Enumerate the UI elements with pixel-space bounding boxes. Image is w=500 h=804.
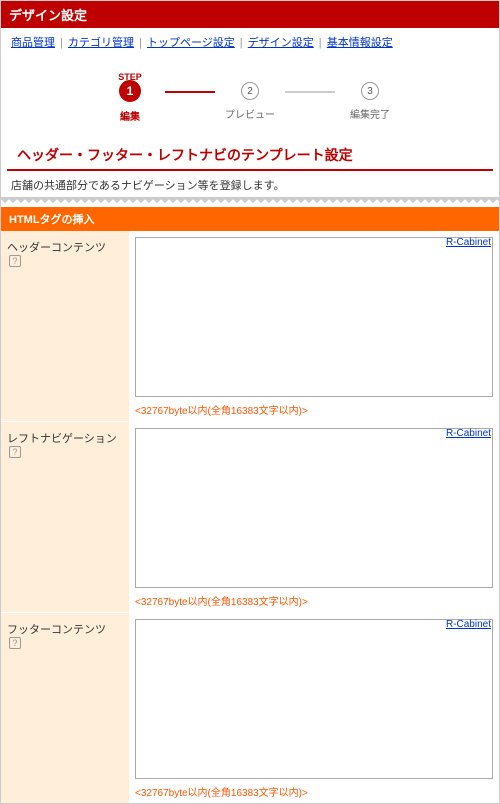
- breadcrumb-sep: |: [316, 37, 325, 49]
- cabinet-link-wrap: R-Cabinet: [446, 619, 491, 630]
- row-footer-contents: フッターコンテンツ ? R-Cabinet <32767byte以内(全角163…: [1, 612, 499, 803]
- breadcrumb-item[interactable]: デザイン設定: [248, 37, 314, 49]
- help-icon[interactable]: ?: [9, 255, 21, 267]
- section-desc: 店舗の共通部分であるナビゲーション等を登録します。: [1, 171, 499, 197]
- byte-note: <32767byte以内(全角16383文字以内)>: [135, 784, 493, 799]
- breadcrumb-item[interactable]: カテゴリ管理: [68, 37, 134, 49]
- form-area: ヘッダーコンテンツ ? R-Cabinet <32767byte以内(全角163…: [1, 231, 499, 803]
- help-icon[interactable]: ?: [9, 446, 21, 458]
- breadcrumb-item[interactable]: 基本情報設定: [327, 37, 393, 49]
- row-label: ヘッダーコンテンツ ?: [1, 231, 129, 421]
- breadcrumb-item[interactable]: 商品管理: [11, 37, 55, 49]
- zigzag-divider: [1, 197, 499, 205]
- row-header-contents: ヘッダーコンテンツ ? R-Cabinet <32767byte以内(全角163…: [1, 231, 499, 421]
- step-circle: 2: [241, 82, 259, 100]
- row-leftnav: レフトナビゲーション ? R-Cabinet <32767byte以内(全角16…: [1, 421, 499, 612]
- step-line: [285, 91, 335, 93]
- row-label: フッターコンテンツ ?: [1, 613, 129, 803]
- row-label-text: フッターコンテンツ: [7, 624, 106, 636]
- step-edit: STEP 1 編集: [95, 72, 165, 123]
- step-circle: 3: [361, 82, 379, 100]
- page: デザイン設定 商品管理 | カテゴリ管理 | トップページ設定 | デザイン設定…: [0, 0, 500, 804]
- cabinet-link-wrap: R-Cabinet: [446, 428, 491, 439]
- row-body: R-Cabinet <32767byte以内(全角16383文字以内)>: [129, 422, 499, 612]
- byte-note: <32767byte以内(全角16383文字以内)>: [135, 593, 493, 608]
- breadcrumb-sep: |: [136, 37, 145, 49]
- r-cabinet-link[interactable]: R-Cabinet: [446, 619, 491, 630]
- step-preview: 2 プレビュー: [215, 74, 285, 121]
- breadcrumb-sep: |: [57, 37, 66, 49]
- breadcrumb-item[interactable]: トップページ設定: [147, 37, 235, 49]
- step-line: [165, 91, 215, 93]
- step-circle: 1: [119, 80, 141, 102]
- orange-header: HTMLタグの挿入: [1, 207, 499, 231]
- r-cabinet-link[interactable]: R-Cabinet: [446, 428, 491, 439]
- byte-note: <32767byte以内(全角16383文字以内)>: [135, 402, 493, 417]
- section-heading: ヘッダー・フッター・レフトナビのテンプレート設定: [7, 135, 493, 171]
- row-label: レフトナビゲーション ?: [1, 422, 129, 612]
- breadcrumb-sep: |: [237, 37, 246, 49]
- step-name: 編集: [120, 108, 140, 123]
- page-title-bar: デザイン設定: [1, 1, 499, 28]
- cabinet-link-wrap: R-Cabinet: [446, 237, 491, 248]
- breadcrumbs: 商品管理 | カテゴリ管理 | トップページ設定 | デザイン設定 | 基本情報…: [1, 28, 499, 56]
- step-name: プレビュー: [225, 106, 275, 121]
- page-title: デザイン設定: [9, 8, 87, 23]
- row-body: R-Cabinet <32767byte以内(全角16383文字以内)>: [129, 231, 499, 421]
- step-done: 3 編集完了: [335, 74, 405, 121]
- r-cabinet-link[interactable]: R-Cabinet: [446, 237, 491, 248]
- help-icon[interactable]: ?: [9, 637, 21, 649]
- stepper: STEP 1 編集 2 プレビュー 3 編集完了: [1, 56, 499, 129]
- footer-contents-textarea[interactable]: [135, 619, 493, 779]
- row-label-text: ヘッダーコンテンツ: [7, 242, 106, 254]
- row-label-text: レフトナビゲーション: [7, 433, 117, 445]
- header-contents-textarea[interactable]: [135, 237, 493, 397]
- row-body: R-Cabinet <32767byte以内(全角16383文字以内)>: [129, 613, 499, 803]
- step-name: 編集完了: [350, 106, 390, 121]
- leftnav-textarea[interactable]: [135, 428, 493, 588]
